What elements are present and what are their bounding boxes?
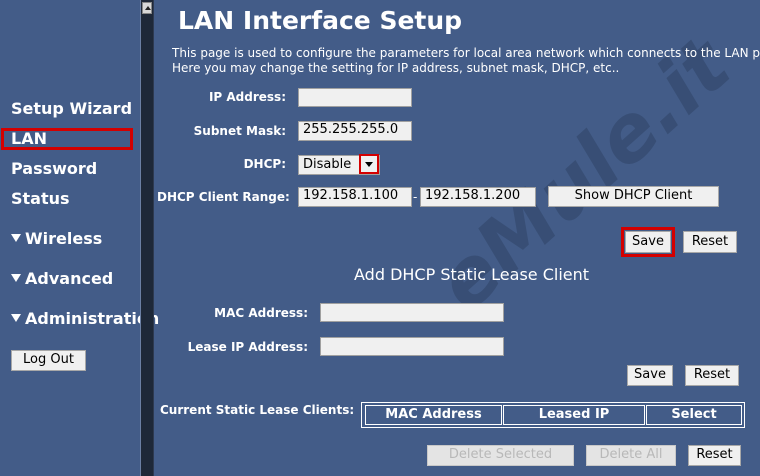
frame-divider[interactable] bbox=[140, 0, 154, 476]
static-lease-reset-button[interactable]: Reset bbox=[685, 365, 739, 386]
sidebar-item-setup-wizard[interactable]: Setup Wizard bbox=[11, 99, 132, 118]
dhcp-range-separator: - bbox=[413, 190, 418, 204]
dhcp-select-value: Disable bbox=[303, 157, 352, 172]
lease-ip-address-input[interactable] bbox=[320, 337, 504, 356]
triangle-down-icon bbox=[11, 274, 21, 282]
subnet-mask-label: Subnet Mask: bbox=[193, 124, 286, 138]
mac-address-input[interactable] bbox=[320, 303, 504, 322]
ip-address-label: IP Address: bbox=[208, 90, 286, 104]
delete-all-button[interactable]: Delete All bbox=[586, 445, 676, 466]
lease-ip-address-label: Lease IP Address: bbox=[187, 340, 308, 354]
static-lease-section-title: Add DHCP Static Lease Client bbox=[354, 265, 590, 284]
save-button[interactable]: Save bbox=[625, 231, 671, 253]
dhcp-client-range-label: DHCP Client Range: bbox=[157, 190, 290, 204]
dhcp-range-start-input[interactable]: 192.158.1.100 bbox=[298, 187, 412, 207]
current-static-lease-label: Current Static Lease Clients: bbox=[160, 403, 355, 417]
page-description-line1: This page is used to configure the param… bbox=[172, 46, 760, 60]
dhcp-label: DHCP: bbox=[243, 157, 286, 171]
sidebar-item-advanced[interactable]: Advanced bbox=[11, 269, 113, 288]
triangle-down-icon bbox=[11, 314, 21, 322]
page-title: LAN Interface Setup bbox=[178, 6, 463, 35]
page-description-line2: Here you may change the setting for IP a… bbox=[172, 61, 620, 75]
table-header-mac-address: MAC Address bbox=[365, 405, 502, 425]
sidebar-item-label: Advanced bbox=[25, 269, 114, 288]
logout-button[interactable]: Log Out bbox=[11, 350, 86, 371]
dhcp-range-end-input[interactable]: 192.158.1.200 bbox=[420, 187, 536, 207]
static-lease-table: MAC Address Leased IP Select bbox=[361, 402, 745, 428]
ip-address-input[interactable] bbox=[298, 88, 412, 107]
static-lease-save-button[interactable]: Save bbox=[627, 365, 673, 386]
subnet-mask-input[interactable]: 255.255.255.0 bbox=[298, 121, 412, 141]
sidebar-item-status[interactable]: Status bbox=[11, 189, 70, 208]
table-header-select: Select bbox=[646, 405, 742, 425]
sidebar: Setup Wizard LAN Password Status Wireles… bbox=[0, 0, 159, 476]
sidebar-item-lan[interactable]: LAN bbox=[11, 129, 47, 148]
delete-selected-button[interactable]: Delete Selected bbox=[427, 445, 574, 466]
sidebar-item-administration[interactable]: Administration bbox=[11, 309, 159, 328]
reset-bottom-button[interactable]: Reset bbox=[688, 445, 741, 466]
mac-address-label: MAC Address: bbox=[214, 306, 308, 320]
chevron-down-icon[interactable] bbox=[359, 154, 379, 174]
sidebar-item-wireless[interactable]: Wireless bbox=[11, 229, 102, 248]
table-header-leased-ip: Leased IP bbox=[503, 405, 645, 425]
scroll-up-icon[interactable] bbox=[142, 2, 152, 14]
reset-button[interactable]: Reset bbox=[683, 231, 737, 253]
sidebar-item-password[interactable]: Password bbox=[11, 159, 97, 178]
sidebar-item-label: Wireless bbox=[25, 229, 103, 248]
triangle-down-icon bbox=[11, 234, 21, 242]
show-dhcp-client-button[interactable]: Show DHCP Client bbox=[548, 186, 719, 207]
